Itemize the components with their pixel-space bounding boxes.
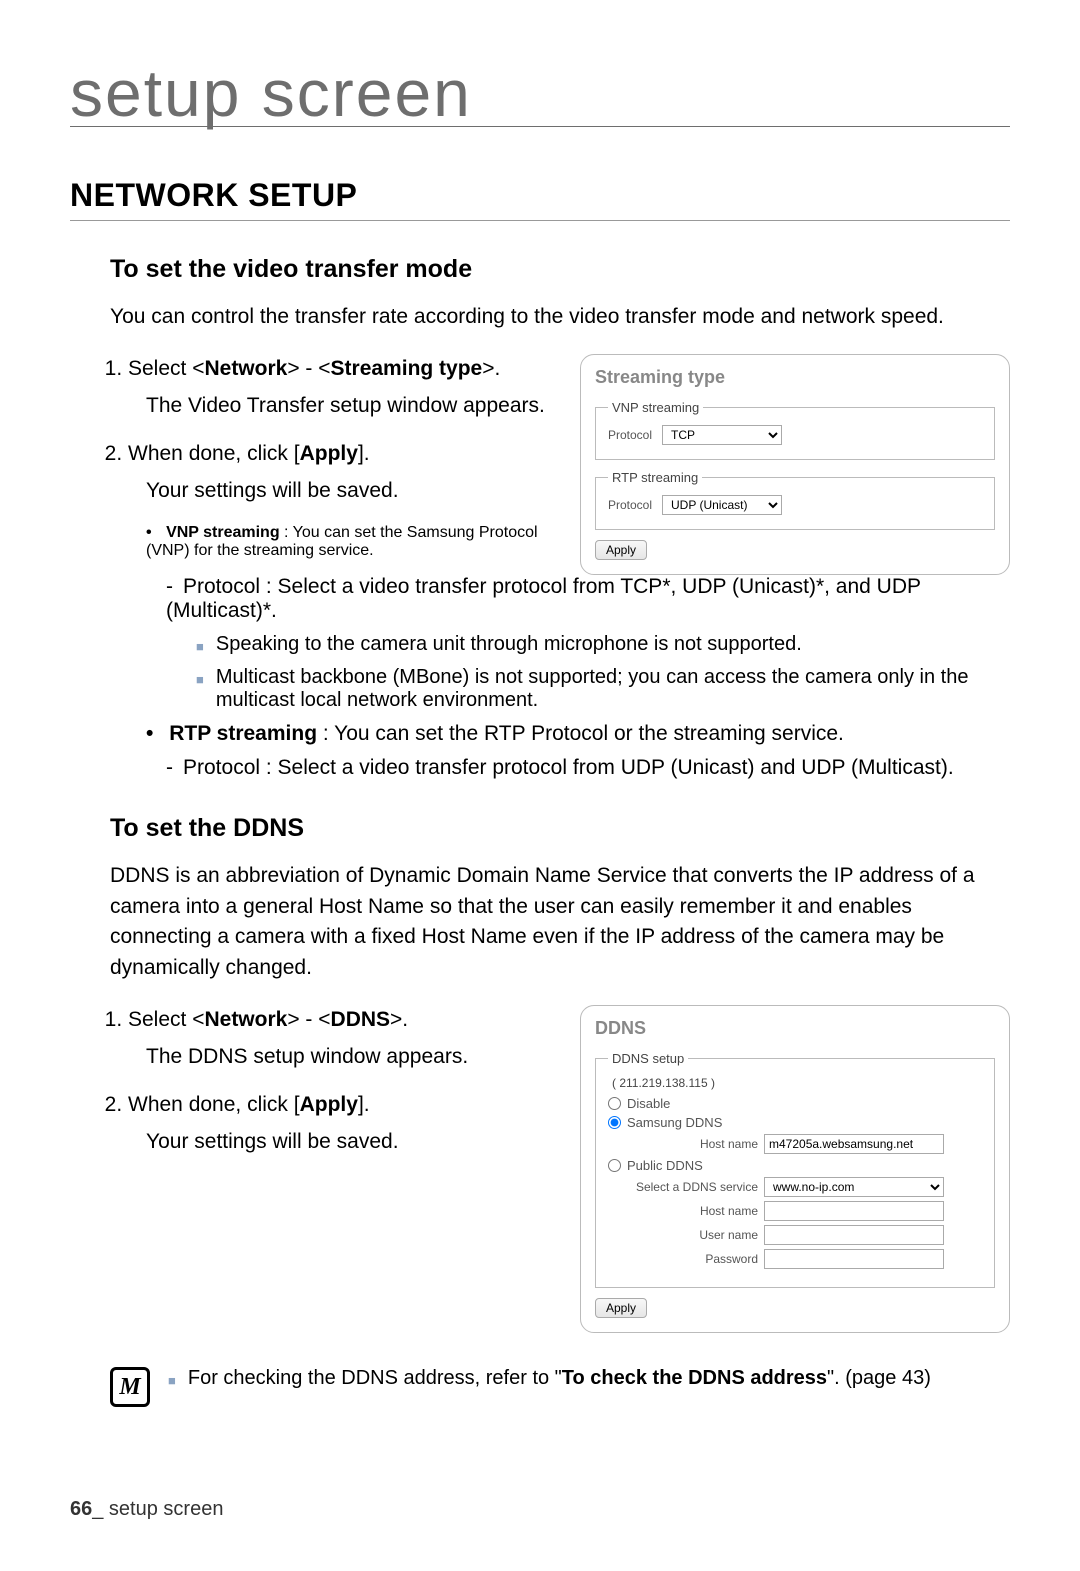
streamingtype-keyword: Streaming type [331,357,483,380]
streaming-type-panel: Streaming type VNP streaming Protocol TC… [580,354,1010,575]
ddns-title: To set the DDNS [110,814,1010,843]
footnote: M For checking the DDNS address, refer t… [70,1367,1010,1407]
step2-sub: Your settings will be saved. [146,476,562,506]
note-mbone: Multicast backbone (MBone) is not suppor… [196,666,1010,712]
radio-samsung[interactable] [608,1116,621,1129]
public-label: Public DDNS [627,1158,703,1173]
user-input[interactable] [764,1225,944,1245]
network-keyword: Network [204,357,287,380]
rtp-fieldset: RTP streaming Protocol UDP (Unicast) [595,470,995,530]
radio-public[interactable] [608,1159,621,1172]
step-1: Select <Network> - <Streaming type>. The… [128,354,562,421]
rtp-legend: RTP streaming [608,470,702,485]
page-header: setup screen [70,60,1010,127]
note-icon: M [110,1367,150,1407]
step1-sub: The Video Transfer setup window appears. [146,391,562,421]
vnp-proto-dash: Protocol : Select a video transfer proto… [166,575,1010,623]
public-host-input[interactable] [764,1201,944,1221]
apply-keyword: Apply [300,442,358,465]
password-input[interactable] [764,1249,944,1269]
vnp-bold: VNP streaming [166,524,280,541]
rtp-bullet: RTP streaming : You can set the RTP Prot… [146,722,1010,746]
ddns-step-2: When done, click [Apply]. Your settings … [128,1090,562,1157]
ddns-panel: DDNS DDNS setup ( 211.219.138.115 ) Disa… [580,1005,1010,1333]
subsection-title: To set the video transfer mode [110,255,1010,284]
password-label: Password [608,1252,758,1266]
vnp-legend: VNP streaming [608,400,703,415]
note-mic: Speaking to the camera unit through micr… [196,633,1010,656]
intro-text: You can control the transfer rate accord… [110,302,1010,332]
rtp-protocol-select[interactable]: UDP (Unicast) [662,495,782,515]
footnote-suffix: ". (page 43) [827,1367,931,1389]
ddns-intro: DDNS is an abbreviation of Dynamic Domai… [110,861,1010,983]
ddns-panel-title: DDNS [595,1018,995,1039]
ddns-step2-sub: Your settings will be saved. [146,1127,562,1157]
page-number: 66 [70,1498,92,1520]
rtp-proto-dash: Protocol : Select a video transfer proto… [166,756,1010,780]
public-host-label: Host name [608,1204,758,1218]
user-label: User name [608,1228,758,1242]
vnp-bullet: VNP streaming : You can set the Samsung … [146,524,562,560]
footer-text: _ setup screen [92,1498,223,1520]
rtp-text: : You can set the RTP Protocol or the st… [317,722,844,745]
ddns-step1-sub: The DDNS setup window appears. [146,1042,562,1072]
service-label: Select a DDNS service [608,1180,758,1194]
step-2: When done, click [Apply]. Your settings … [128,439,562,506]
ddns-ip: ( 211.219.138.115 ) [612,1076,982,1090]
ddns-keyword: DDNS [331,1008,391,1031]
disable-label: Disable [627,1096,670,1111]
radio-disable[interactable] [608,1097,621,1110]
page-footer: 66_ setup screen [70,1498,223,1521]
samsung-label: Samsung DDNS [627,1115,722,1130]
ddns-service-select[interactable]: www.no-ip.com [764,1177,944,1197]
subsection-transfer: To set the video transfer mode You can c… [70,255,1010,780]
panel-title: Streaming type [595,367,995,388]
step1-prefix: Select < [128,357,204,380]
streaming-apply-button[interactable]: Apply [595,540,647,560]
ddns-step-1: Select <Network> - <DDNS>. The DDNS setu… [128,1005,562,1072]
ddns-apply-button[interactable]: Apply [595,1298,647,1318]
footnote-prefix: For checking the DDNS address, refer to … [188,1367,562,1389]
apply-keyword: Apply [300,1093,358,1116]
ddns-fieldset: DDNS setup ( 211.219.138.115 ) Disable S… [595,1051,995,1288]
ddns-legend: DDNS setup [608,1051,688,1066]
subsection-ddns: To set the DDNS DDNS is an abbreviation … [70,814,1010,1333]
network-keyword: Network [204,1008,287,1031]
vnp-protocol-label: Protocol [608,428,656,442]
rtp-bold: RTP streaming [169,722,317,745]
vnp-fieldset: VNP streaming Protocol TCP [595,400,995,460]
rtp-protocol-label: Protocol [608,498,656,512]
samsung-host-input[interactable] [764,1134,944,1154]
vnp-protocol-select[interactable]: TCP [662,425,782,445]
footnote-link: To check the DDNS address [562,1367,827,1389]
section-title: NETWORK SETUP [70,177,1010,221]
samsung-host-label: Host name [608,1137,758,1151]
